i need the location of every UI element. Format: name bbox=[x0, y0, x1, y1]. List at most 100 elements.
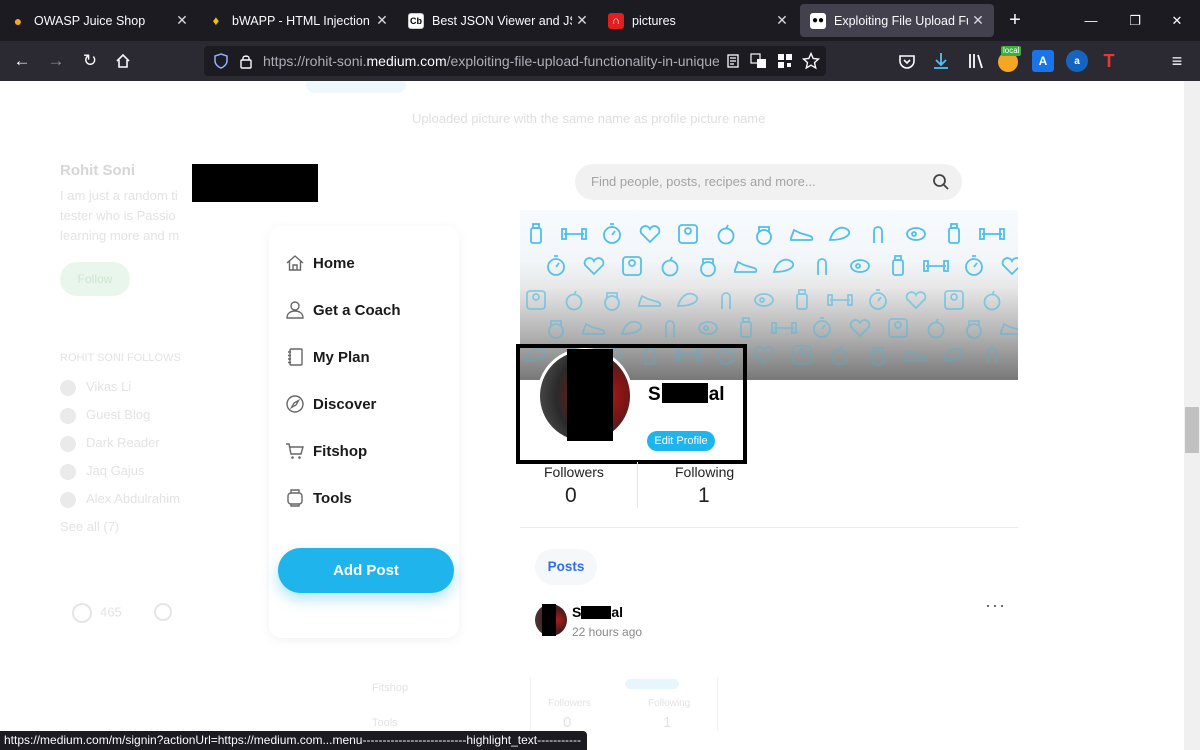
tab-exploiting-file-upload[interactable]: ●● Exploiting File Upload Functio ✕ bbox=[800, 4, 994, 37]
tab-bwapp[interactable]: ♦ bWAPP - HTML Injection ✕ bbox=[198, 0, 398, 41]
app-menu-icon[interactable]: ≡ bbox=[1166, 50, 1188, 72]
grammar-extension-icon[interactable]: a bbox=[1066, 50, 1088, 72]
more-options-icon[interactable]: ··· bbox=[985, 595, 1006, 616]
sidebar-item-get-a-coach[interactable]: Get a Coach bbox=[285, 300, 401, 320]
bg-follow-item: Vikas Li bbox=[60, 379, 131, 396]
download-icon[interactable] bbox=[930, 50, 952, 72]
translate-extension-icon[interactable]: A bbox=[1032, 50, 1054, 72]
close-window-button[interactable]: ✕ bbox=[1154, 0, 1200, 41]
notebook-icon bbox=[288, 348, 303, 366]
apple-icon bbox=[717, 224, 735, 245]
sidebar-item-label: Tools bbox=[313, 489, 352, 507]
sidebar-item-fitshop[interactable]: Fitshop bbox=[285, 441, 367, 461]
lock-icon bbox=[240, 55, 252, 69]
address-bar[interactable]: https://rohit-soni.medium.com/exploiting… bbox=[204, 46, 826, 76]
scale-icon bbox=[622, 256, 642, 276]
whistle-icon bbox=[906, 227, 926, 241]
close-icon[interactable]: ✕ bbox=[772, 12, 792, 29]
scale-icon bbox=[792, 345, 812, 365]
tab-json-viewer[interactable]: Cb Best JSON Viewer and JSON B ✕ bbox=[398, 0, 598, 41]
sidebar-item-my-plan[interactable]: My Plan bbox=[285, 347, 370, 367]
juice-shop-favicon: ● bbox=[13, 12, 23, 29]
followers-label[interactable]: Followers bbox=[544, 464, 604, 480]
status-bar-url: https://medium.com/m/signin?actionUrl=ht… bbox=[0, 731, 588, 750]
bg-follow-avatar bbox=[60, 491, 76, 508]
post-author-name[interactable]: Sal bbox=[572, 604, 623, 620]
bg-author-name: Rohit Soni bbox=[60, 162, 135, 179]
rope-icon bbox=[873, 226, 883, 243]
bottle-icon bbox=[796, 289, 808, 310]
translate-icon[interactable] bbox=[750, 53, 768, 69]
close-icon[interactable]: ✕ bbox=[572, 12, 592, 29]
shield-icon bbox=[214, 53, 228, 69]
bg-article-pill bbox=[306, 81, 406, 93]
bg-follow-avatar bbox=[60, 463, 76, 480]
sidebar-item-label: Discover bbox=[313, 395, 377, 413]
bg-follow-item: Guest Blog bbox=[60, 407, 150, 424]
followers-count[interactable]: 0 bbox=[565, 484, 577, 508]
bg-lower-stat-label: Following bbox=[648, 698, 691, 709]
library-icon[interactable] bbox=[966, 50, 988, 72]
bg-follow-name: Vikas Li bbox=[86, 379, 132, 394]
stopwatch-icon bbox=[603, 223, 621, 244]
heart-icon bbox=[849, 319, 871, 338]
close-icon[interactable]: ✕ bbox=[968, 12, 988, 29]
bg-lower-nav-item: Tools bbox=[372, 717, 398, 729]
dumbbell-icon bbox=[979, 228, 1005, 240]
text-extension-icon[interactable]: T bbox=[1098, 50, 1120, 72]
bg-bio-line: tester who is Passio bbox=[60, 208, 176, 223]
shoe-icon bbox=[1000, 322, 1018, 335]
reload-button[interactable]: ↻ bbox=[77, 49, 103, 73]
back-button[interactable]: ← bbox=[9, 49, 35, 73]
shoe-icon bbox=[638, 294, 662, 307]
kettlebell-icon bbox=[966, 320, 982, 339]
heart-icon bbox=[753, 346, 775, 365]
sidebar-item-label: Home bbox=[313, 254, 355, 272]
search-bar[interactable]: Find people, posts, recipes and more... bbox=[575, 164, 962, 200]
home-icon bbox=[286, 255, 304, 271]
bookmark-star-icon[interactable] bbox=[802, 52, 820, 70]
close-icon[interactable]: ✕ bbox=[372, 12, 392, 29]
url-path: /exploiting-file-upload-functionality-in… bbox=[446, 53, 719, 69]
minimize-button[interactable]: — bbox=[1068, 0, 1114, 41]
following-count[interactable]: 1 bbox=[698, 484, 710, 508]
sidebar-item-discover[interactable]: Discover bbox=[285, 394, 376, 414]
compass-icon bbox=[286, 395, 304, 413]
rope-icon bbox=[987, 347, 997, 364]
kettlebell-icon bbox=[700, 258, 716, 277]
reader-view-icon[interactable] bbox=[725, 53, 741, 69]
url-text[interactable]: https://rohit-soni.medium.com/exploiting… bbox=[263, 53, 719, 69]
bg-lower-nav-item: Fitshop bbox=[372, 682, 409, 694]
codebeautify-favicon: Cb bbox=[408, 12, 424, 29]
scrollbar-thumb[interactable] bbox=[1185, 407, 1199, 453]
following-label[interactable]: Following bbox=[675, 464, 734, 480]
shoe-icon bbox=[790, 228, 814, 241]
bg-clap-value: 465 bbox=[100, 604, 122, 620]
edit-profile-button[interactable]: Edit Profile bbox=[647, 431, 715, 451]
forward-button[interactable]: → bbox=[43, 49, 69, 73]
add-post-button[interactable]: Add Post bbox=[278, 548, 454, 593]
bg-follow-item: Jaq Gajus bbox=[60, 463, 145, 480]
search-icon[interactable] bbox=[932, 173, 950, 191]
bottle-icon bbox=[530, 223, 542, 244]
home-button[interactable] bbox=[110, 49, 136, 73]
new-tab-button[interactable]: + bbox=[1004, 9, 1026, 31]
qr-code-icon[interactable] bbox=[777, 53, 793, 69]
tab-posts[interactable]: Posts bbox=[535, 549, 597, 585]
heart-icon bbox=[1001, 257, 1018, 276]
tab-pictures[interactable]: ∩ pictures ✕ bbox=[598, 0, 798, 41]
rope-icon bbox=[665, 320, 675, 337]
tab-owasp-juice-shop[interactable]: ● OWASP Juice Shop ✕ bbox=[0, 0, 198, 41]
tab-label: Exploiting File Upload Functio bbox=[834, 13, 968, 28]
scale-icon bbox=[944, 290, 964, 310]
watch-icon bbox=[287, 489, 303, 507]
bg-follow-name: Guest Blog bbox=[86, 407, 151, 422]
close-icon[interactable]: ✕ bbox=[172, 12, 192, 29]
bg-follow-item: Dark Reader bbox=[60, 435, 160, 452]
pocket-icon[interactable] bbox=[896, 50, 918, 72]
shoe-icon bbox=[582, 322, 606, 335]
sidebar-item-tools[interactable]: Tools bbox=[285, 488, 352, 508]
restore-button[interactable]: ❐ bbox=[1112, 0, 1158, 41]
muscle-icon bbox=[620, 320, 643, 335]
sidebar-item-home[interactable]: Home bbox=[285, 253, 355, 273]
